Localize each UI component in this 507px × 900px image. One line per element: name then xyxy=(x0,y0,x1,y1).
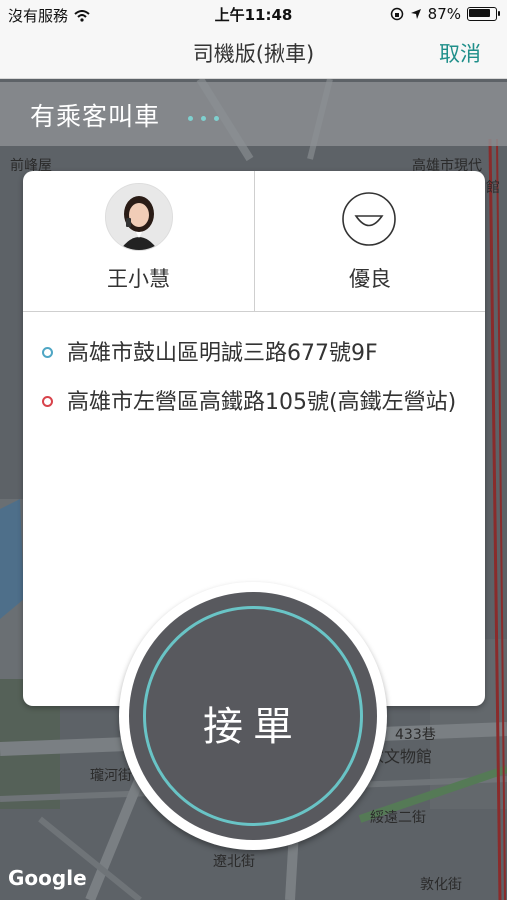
battery-percent: 87% xyxy=(427,5,461,23)
pickup-address: 高雄市鼓山區明誠三路677號9F xyxy=(67,341,378,366)
passenger-avatar xyxy=(105,183,173,251)
passenger-rating: 優良 xyxy=(349,267,391,291)
location-arrow-icon xyxy=(410,9,421,19)
avatar-image xyxy=(106,184,172,250)
dropoff-dot-icon xyxy=(42,396,53,407)
map-label: 綏遠二街 xyxy=(370,810,426,826)
google-logo: Google xyxy=(8,866,87,890)
battery-icon xyxy=(467,7,500,21)
cancel-button[interactable]: 取消 xyxy=(439,38,481,68)
rotation-lock-icon xyxy=(390,7,403,21)
passenger-info: 王小慧 優良 xyxy=(23,171,485,312)
battery-fill xyxy=(469,9,490,17)
banner-text: 有乘客叫車 xyxy=(30,102,161,131)
smile-icon xyxy=(342,192,396,246)
accept-button-frame: 接單 xyxy=(119,582,387,850)
incoming-request-banner: 有乘客叫車 xyxy=(0,82,507,146)
map-label: 敦化街 xyxy=(420,877,462,893)
loading-dots xyxy=(188,116,219,121)
map-label: 館 xyxy=(486,180,500,196)
passenger-name: 王小慧 xyxy=(107,267,170,291)
map-label: 433巷 xyxy=(395,727,436,743)
loading-dot xyxy=(188,116,193,121)
page-title: 司機版(揪車) xyxy=(192,42,315,66)
dropoff-address: 高雄市左營區高鐵路105號(高鐵左營站) xyxy=(67,390,457,415)
map-label: 遼北街 xyxy=(213,854,255,870)
pickup-dot-icon xyxy=(42,347,53,358)
accept-label: 接單 xyxy=(203,704,303,750)
nav-bar: 司機版(揪車) 取消 xyxy=(0,28,507,79)
loading-dot xyxy=(201,116,206,121)
accept-button[interactable]: 接單 xyxy=(129,592,377,840)
map-label: 瓏河街 xyxy=(90,768,132,784)
status-bar: 沒有服務 上午11:48 87% xyxy=(0,0,507,28)
loading-dot xyxy=(214,116,219,121)
